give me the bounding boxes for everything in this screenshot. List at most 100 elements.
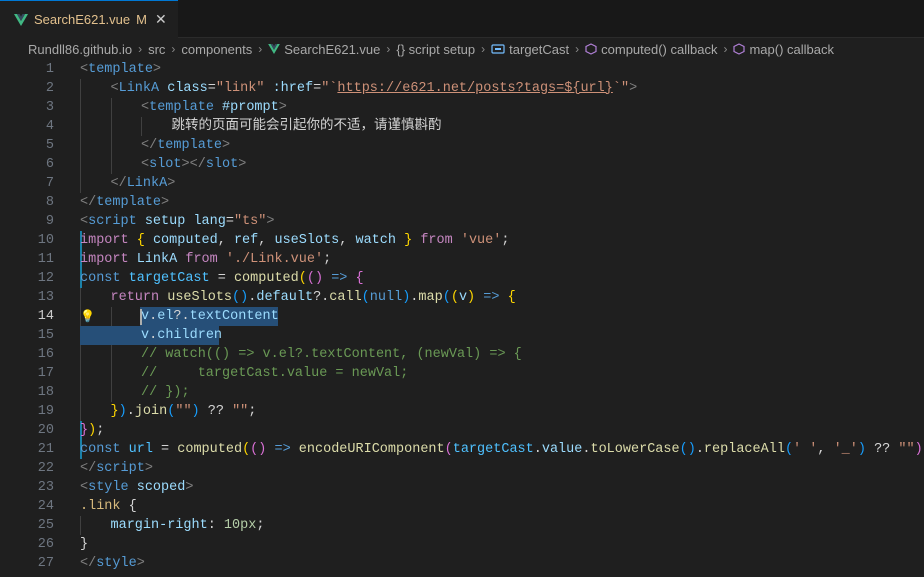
breadcrumb-root[interactable]: Rundll86.github.io <box>28 42 132 57</box>
code-line[interactable]: 23 <style scoped> <box>0 478 924 497</box>
code-editor[interactable]: 1 <template> 2 <LinkA class="link" :href="`… <box>0 60 924 577</box>
code-line[interactable]: 18 // }); <box>0 383 924 402</box>
code-line[interactable]: 17 // targetCast.value = newVal; <box>0 364 924 383</box>
code-token: = <box>209 271 234 286</box>
code-token: () <box>232 290 249 305</box>
code-token: ) <box>88 423 97 438</box>
code-token: ) <box>191 404 200 419</box>
code-token: ) <box>914 442 923 457</box>
code-line[interactable]: 3 <template #prompt> <box>0 98 924 117</box>
code-token: v <box>141 328 150 343</box>
line-number: 27 <box>37 556 54 571</box>
code-token: computed <box>233 271 299 286</box>
code-line[interactable]: 8 </template> <box>0 193 924 212</box>
code-token: LinkA <box>136 252 178 267</box>
line-number: 23 <box>37 480 54 495</box>
breadcrumb-script-setup[interactable]: {} script setup <box>396 42 475 57</box>
tab-bar: SearchE621.vue M ✕ <box>0 0 924 38</box>
code-token: < <box>141 100 150 115</box>
line-number: 26 <box>37 537 54 552</box>
chevron-right-icon: › <box>481 42 486 56</box>
code-line[interactable]: 11 import LinkA from './Link.vue'; <box>0 250 924 269</box>
code-token: targetCast <box>128 271 210 286</box>
code-token: scoped <box>136 480 186 495</box>
code-token: } <box>404 233 413 248</box>
line-number: 16 <box>37 347 54 362</box>
breadcrumb-components[interactable]: components <box>181 42 252 57</box>
code-line[interactable]: 19}).join("") ?? ""; <box>0 402 924 421</box>
code-line[interactable]: 1 <template> <box>0 60 924 79</box>
line-number: 14 <box>37 309 54 324</box>
breadcrumb-computed-callback[interactable]: computed() callback <box>601 42 717 57</box>
breadcrumb-src[interactable]: src <box>148 42 165 57</box>
code-token: from <box>420 233 453 248</box>
code-line[interactable]: 12 const targetCast = computed(() => { <box>0 269 924 288</box>
code-token: `" <box>612 81 630 96</box>
indent-guide <box>80 98 81 117</box>
code-text: <slot></slot> <box>141 155 246 174</box>
code-token: default <box>256 290 314 305</box>
breadcrumb-file[interactable]: SearchE621.vue <box>284 42 380 57</box>
code-line[interactable]: 13 return useSlots().default?.call(null).… <box>0 288 924 307</box>
code-line[interactable]: 6 <slot></slot> <box>0 155 924 174</box>
breadcrumb-map-callback[interactable]: map() callback <box>749 42 834 57</box>
indent-guide <box>110 364 112 383</box>
code-token: LinkA <box>126 176 168 191</box>
line-number: 1 <box>45 62 54 77</box>
code-line[interactable]: 4 跳转的页面可能会引起你的不适，请谨慎斟酌 <box>0 117 924 136</box>
code-token: . <box>126 404 135 419</box>
code-token: < <box>80 214 89 229</box>
line-number: 12 <box>37 271 54 286</box>
lightbulb-icon[interactable]: 💡 <box>80 308 95 327</box>
code-line[interactable]: 5 </template> <box>0 136 924 155</box>
code-token: , <box>339 233 356 248</box>
code-line[interactable]: 26} <box>0 535 924 554</box>
code-line[interactable]: 25 margin-right: 10px; <box>0 516 924 535</box>
code-token: from <box>185 252 218 267</box>
indent-guide <box>80 174 81 193</box>
code-token: < <box>141 157 150 172</box>
method-icon <box>585 43 597 55</box>
code-token: slot <box>205 157 239 172</box>
code-token: . <box>533 442 542 457</box>
variable-icon <box>491 44 505 54</box>
code-line[interactable]: 10 import { computed, ref, useSlots, watc… <box>0 231 924 250</box>
vue-file-icon <box>14 13 28 26</box>
code-token: 'vue' <box>460 233 502 248</box>
code-token: > <box>161 195 170 210</box>
breadcrumb-targetcast[interactable]: targetCast <box>509 42 569 57</box>
code-token: { <box>507 290 516 305</box>
code-line[interactable]: 24 .link { <box>0 497 924 516</box>
line-number: 17 <box>37 366 54 381</box>
code-line[interactable]: 2 <LinkA class="link" :href="`https://e62… <box>0 79 924 98</box>
code-token: ( <box>784 442 794 457</box>
code-token: .link <box>80 499 121 514</box>
code-token: // }); <box>141 385 190 400</box>
line-number: 3 <box>45 100 54 115</box>
code-line[interactable]: 21 const url = computed(() => encodeURICo… <box>0 440 924 459</box>
code-token: "" <box>232 404 249 419</box>
close-icon[interactable]: ✕ <box>155 11 167 28</box>
code-token: ?? <box>865 442 899 457</box>
code-line[interactable]: 27 </style> <box>0 554 924 573</box>
code-line[interactable]: 9 <script setup lang="ts"> <box>0 212 924 231</box>
indent-guide <box>80 79 81 98</box>
code-token: "link" <box>215 81 265 96</box>
line-number: 4 <box>45 119 54 134</box>
code-line[interactable]: 16 // watch(() => v.el?.textContent, (new… <box>0 345 924 364</box>
code-token: { <box>120 499 137 514</box>
code-line[interactable]: 20}); <box>0 421 924 440</box>
tab-searche621[interactable]: SearchE621.vue M ✕ <box>0 0 178 38</box>
indent-guide <box>80 345 81 364</box>
code-token: } <box>80 537 89 552</box>
code-token: const <box>80 271 121 286</box>
code-token: '_' <box>833 442 858 457</box>
code-token: => <box>483 290 500 305</box>
code-line[interactable]: 7 </LinkA> <box>0 174 924 193</box>
code-line[interactable]: 15 v.children <box>0 326 924 345</box>
code-token: #prompt <box>222 100 279 115</box>
code-line[interactable]: 14 💡 v.el?.textContent <box>0 307 924 326</box>
code-token: ; <box>248 404 257 419</box>
code-line[interactable]: 22 </script> <box>0 459 924 478</box>
